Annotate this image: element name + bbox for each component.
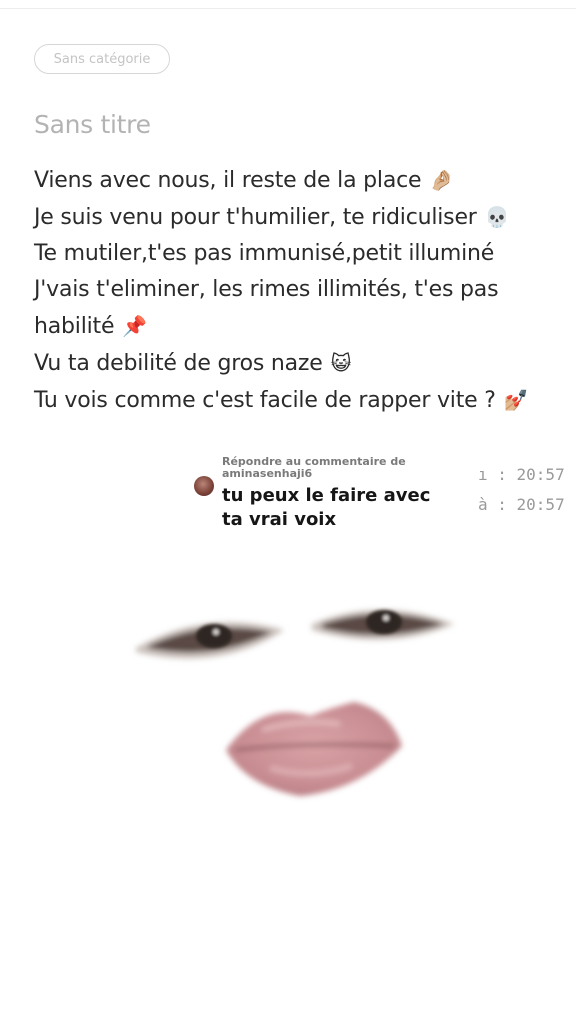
lyric-text: Te mutiler,t'es pas immunisé,petit illum…	[34, 241, 495, 266]
lyric-text: J'vais t'eliminer, les rimes illimités, …	[34, 277, 499, 302]
note-title[interactable]: Sans titre	[34, 110, 151, 139]
lyric-line: Tu vois comme c'est facile de rapper vit…	[34, 382, 554, 419]
nail-polish-emoji: 💅🏼	[503, 388, 529, 412]
lyric-line: habilité 📌	[34, 308, 554, 345]
pinched-fingers-emoji: 🤌🏼	[429, 168, 455, 192]
face-overlay-image	[136, 610, 454, 796]
timestamp: ı : 20:57	[478, 465, 565, 484]
lyric-line: Te mutiler,t'es pas immunisé,petit illum…	[34, 236, 554, 272]
reply-label: Répondre au commentaire de aminasenhaji6	[222, 455, 406, 480]
lyric-text: Vu ta debilité de gros naze	[34, 351, 323, 376]
lyric-line: Je suis venu pour t'humilier, te ridicul…	[34, 199, 554, 236]
note-body[interactable]: Viens avec nous, il reste de la place 🤌🏼 …	[34, 162, 554, 419]
category-chip[interactable]: Sans catégorie	[34, 44, 170, 74]
lyric-text: Viens avec nous, il reste de la place	[34, 168, 422, 193]
timestamps: ı : 20:57 à : 20:57	[478, 460, 565, 520]
lyric-text: Tu vois comme c'est facile de rapper vit…	[34, 388, 496, 413]
timestamp: à : 20:57	[478, 495, 565, 514]
lyric-line: Viens avec nous, il reste de la place 🤌🏼	[34, 162, 554, 199]
lyric-text: habilité	[34, 314, 115, 339]
lips	[226, 702, 402, 796]
top-divider	[0, 8, 576, 9]
pushpin-emoji: 📌	[122, 314, 147, 338]
cat-emoji: 😺	[330, 351, 352, 375]
lyric-line: J'vais t'eliminer, les rimes illimités, …	[34, 272, 554, 308]
reply-comment-text: tu peux le faire avec ta vrai voix	[222, 485, 431, 530]
skull-emoji: 💀	[484, 205, 510, 229]
avatar[interactable]	[194, 476, 214, 496]
lyric-line: Vu ta debilité de gros naze 😺	[34, 345, 554, 382]
lyric-text: Je suis venu pour t'humilier, te ridicul…	[34, 205, 477, 230]
